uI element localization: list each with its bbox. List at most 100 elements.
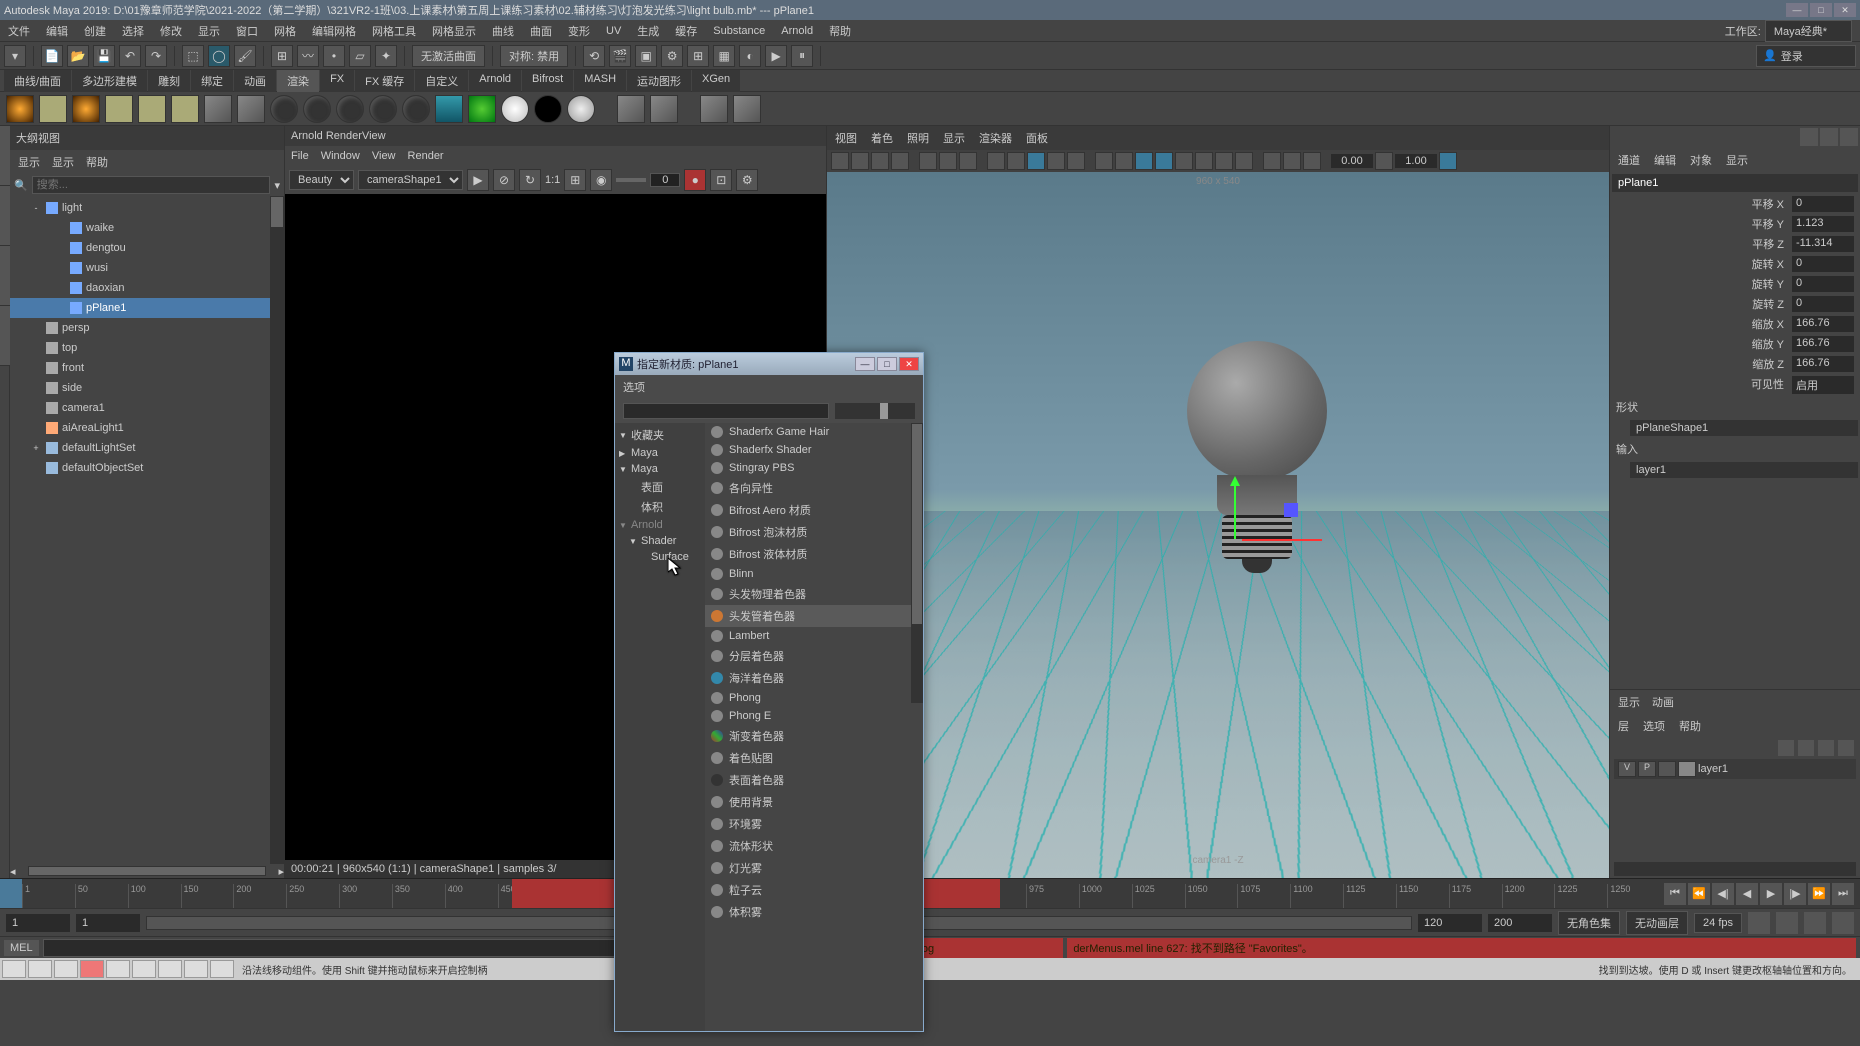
fps-select[interactable]: 24 fps: [1694, 913, 1742, 933]
directional-light-icon[interactable]: [39, 95, 67, 123]
material-海洋着色器[interactable]: 海洋着色器: [705, 667, 923, 689]
lay-menu-层[interactable]: 层: [1618, 718, 1629, 734]
pause-icon[interactable]: ⏸: [791, 45, 813, 67]
crop-icon[interactable]: ⊞: [564, 169, 586, 191]
render-icon[interactable]: 🎬: [609, 45, 631, 67]
custom-icon[interactable]: [733, 95, 761, 123]
dlg-tree-Maya[interactable]: ▶Maya: [615, 445, 705, 461]
outliner-node-side[interactable]: side: [10, 378, 284, 398]
material-粒子云[interactable]: 粒子云: [705, 879, 923, 901]
vp-wire-icon[interactable]: [1095, 152, 1113, 170]
timeline-start-btn[interactable]: [0, 879, 22, 908]
material-灯光雾[interactable]: 灯光雾: [705, 857, 923, 879]
material3-icon[interactable]: [336, 95, 364, 123]
outliner-node-camera1[interactable]: camera1: [10, 398, 284, 418]
redo-icon[interactable]: ↷: [145, 45, 167, 67]
shelf-tab-渲染[interactable]: 渲染: [277, 70, 319, 92]
render-button[interactable]: ▶: [467, 169, 489, 191]
dialog-max-button[interactable]: □: [877, 357, 897, 371]
save-image-icon[interactable]: ⊡: [710, 169, 732, 191]
chan-icon-1[interactable]: [1800, 128, 1818, 146]
x-axis-handle[interactable]: [1242, 539, 1322, 541]
dialog-close-button[interactable]: ✕: [899, 357, 919, 371]
vp-gate-icon[interactable]: [1027, 152, 1045, 170]
vp-toggle-icon[interactable]: [1439, 152, 1457, 170]
menu-缓存[interactable]: 缓存: [667, 20, 705, 42]
vp-clip-icon[interactable]: [1375, 152, 1393, 170]
dlg-tree-Shader[interactable]: ▼Shader: [615, 533, 705, 549]
range-icon-4[interactable]: [1832, 912, 1854, 934]
search-dropdown-icon[interactable]: ▾: [274, 179, 280, 192]
mode-select[interactable]: ▾: [4, 45, 26, 67]
task-icon-5[interactable]: [106, 960, 130, 978]
rv-menu-View[interactable]: View: [372, 150, 396, 162]
settings-icon[interactable]: ⚙: [736, 169, 758, 191]
render-globals-icon[interactable]: ⚙: [661, 45, 683, 67]
menu-选择[interactable]: 选择: [114, 20, 152, 42]
shelf-tab-雕刻[interactable]: 雕刻: [148, 70, 190, 92]
material-环境雾[interactable]: 环境雾: [705, 813, 923, 835]
undo-icon[interactable]: ↶: [119, 45, 141, 67]
outl-menu-显示[interactable]: 显示: [18, 154, 40, 170]
outliner-node-defaultLightSet[interactable]: +defaultLightSet: [10, 438, 284, 458]
vp-shadow-icon[interactable]: [1175, 152, 1193, 170]
shelf-tab-MASH[interactable]: MASH: [574, 70, 626, 92]
vp-icon-1[interactable]: [831, 152, 849, 170]
animlayer-select[interactable]: 无动画层: [1626, 911, 1688, 935]
layer-ref-toggle[interactable]: [1658, 761, 1676, 777]
move-tool[interactable]: [0, 186, 10, 246]
shelf-tab-Bifrost[interactable]: Bifrost: [522, 70, 573, 92]
light-icon[interactable]: [6, 95, 34, 123]
dialog-icon-size-slider[interactable]: [835, 403, 915, 419]
timeline[interactable]: 1501001502002503003504004507507758008258…: [0, 878, 1860, 908]
go-end-icon[interactable]: ⏭: [1832, 883, 1854, 905]
z-axis-handle[interactable]: [1284, 503, 1298, 517]
shelf-tab-FX[interactable]: FX: [320, 70, 354, 92]
exposure-value[interactable]: 0: [650, 173, 680, 187]
vp-safe-icon[interactable]: [1067, 152, 1085, 170]
vp-iso-icon[interactable]: [1303, 152, 1321, 170]
material-表面着色器[interactable]: 表面着色器: [705, 769, 923, 791]
menu-曲线[interactable]: 曲线: [484, 20, 522, 42]
menu-生成[interactable]: 生成: [629, 20, 667, 42]
texture-icon[interactable]: [435, 95, 463, 123]
workspace-select[interactable]: Maya经典*: [1765, 20, 1852, 42]
vp-menu-面板[interactable]: 面板: [1026, 130, 1048, 146]
dlg-tree-体积[interactable]: 体积: [615, 497, 705, 517]
material5-icon[interactable]: [402, 95, 430, 123]
vp-smooth-icon[interactable]: [1115, 152, 1133, 170]
material-使用背景[interactable]: 使用背景: [705, 791, 923, 813]
material-Bifrost Aero 材质[interactable]: Bifrost Aero 材质: [705, 499, 923, 521]
material-Bifrost 泡沫材质[interactable]: Bifrost 泡沫材质: [705, 521, 923, 543]
material-Shaderfx Game Hair[interactable]: Shaderfx Game Hair: [705, 423, 923, 441]
vp-icon-6[interactable]: [939, 152, 957, 170]
range-icon-2[interactable]: [1776, 912, 1798, 934]
hypershade-icon[interactable]: [237, 95, 265, 123]
charset-select[interactable]: 无角色集: [1558, 911, 1620, 935]
xray-icon[interactable]: ◐: [739, 45, 761, 67]
channel-旋转 X[interactable]: 旋转 X0: [1610, 254, 1860, 274]
shelf-tab-XGen[interactable]: XGen: [692, 70, 740, 92]
volume-light-icon[interactable]: [171, 95, 199, 123]
menu-Substance[interactable]: Substance: [705, 20, 773, 42]
play-back-icon[interactable]: ◀: [1736, 883, 1758, 905]
material-着色贴图[interactable]: 着色贴图: [705, 747, 923, 769]
area-light-icon[interactable]: [138, 95, 166, 123]
vp-tex-icon[interactable]: [1135, 152, 1153, 170]
editor-icon[interactable]: [204, 95, 232, 123]
vp-far[interactable]: 1.00: [1395, 154, 1437, 168]
point-light-icon[interactable]: [105, 95, 133, 123]
channel-旋转 Y[interactable]: 旋转 Y0: [1610, 274, 1860, 294]
menu-网格显示[interactable]: 网格显示: [424, 20, 484, 42]
material2-icon[interactable]: [303, 95, 331, 123]
range-start-inner[interactable]: 1: [76, 914, 140, 932]
spot-light-icon[interactable]: [72, 95, 100, 123]
layer-color[interactable]: [1678, 761, 1696, 777]
y-axis-handle[interactable]: [1234, 479, 1236, 539]
task-icon-9[interactable]: [210, 960, 234, 978]
vp-menu-着色[interactable]: 着色: [871, 130, 893, 146]
menu-UV[interactable]: UV: [598, 20, 629, 42]
history-icon[interactable]: ⟲: [583, 45, 605, 67]
menu-帮助[interactable]: 帮助: [821, 20, 859, 42]
layer-vis-toggle[interactable]: V: [1618, 761, 1636, 777]
